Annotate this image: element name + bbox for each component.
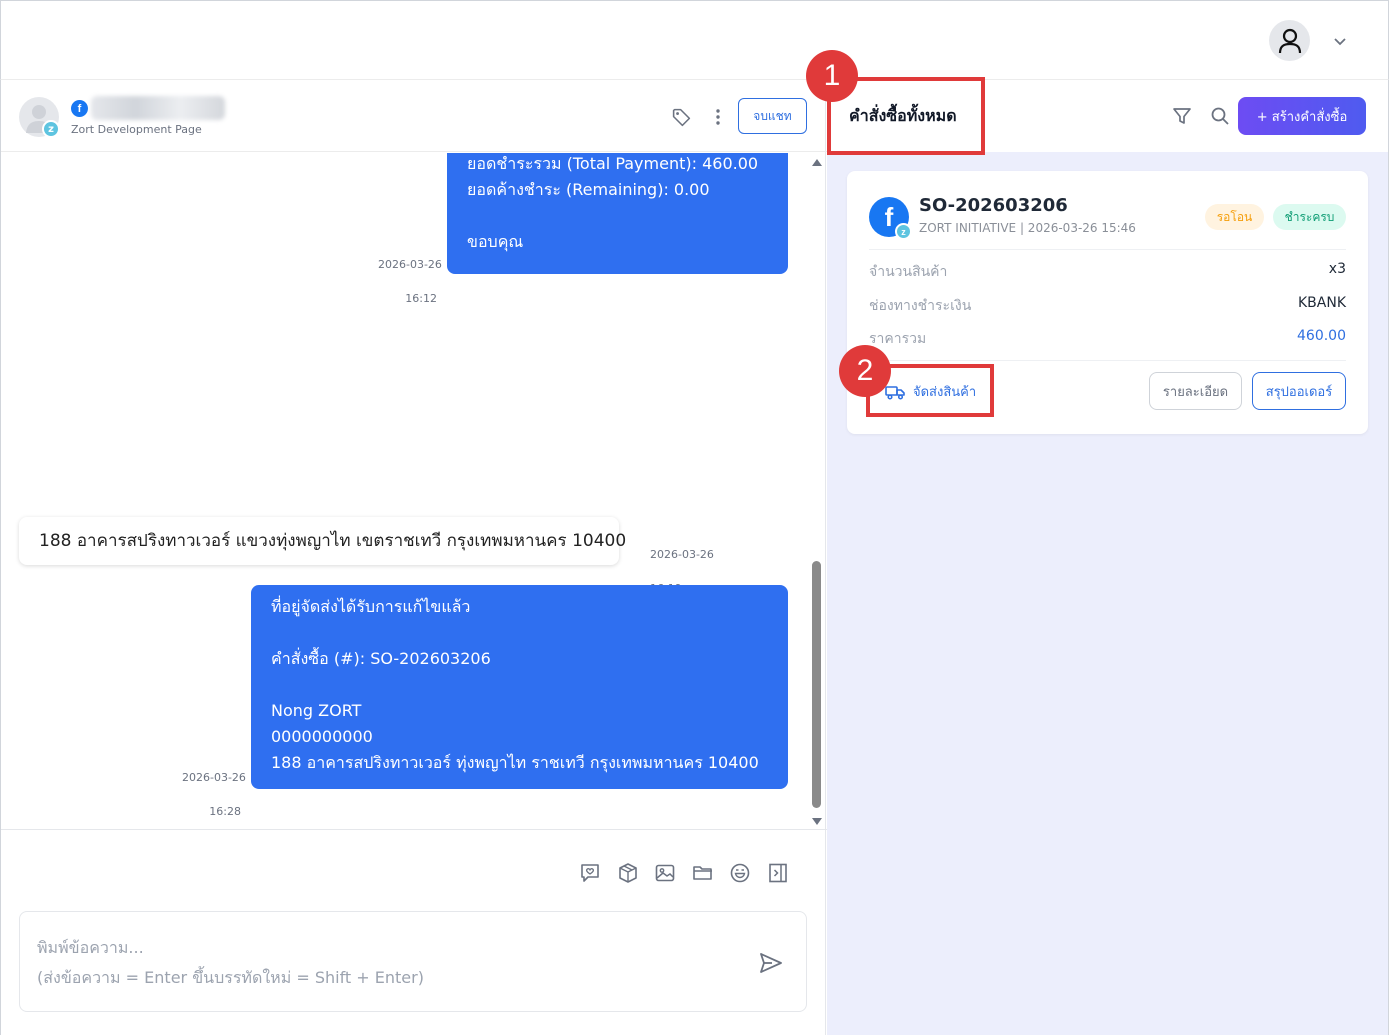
send-icon[interactable]: [758, 950, 784, 976]
message-date: 2026-03-26: [649, 548, 714, 561]
create-order-button[interactable]: + สร้างคำสั่งซื้อ: [1238, 97, 1366, 135]
page-name: Zort Development Page: [71, 123, 202, 136]
message-date: 2026-03-26: [377, 258, 442, 271]
payment-channel-value: KBANK: [1297, 295, 1346, 311]
search-icon[interactable]: [1209, 105, 1231, 127]
message-time: 16:28: [209, 805, 241, 818]
order-subtitle: ZORT INITIATIVE | 2026-03-26 15:46: [919, 221, 1136, 235]
contact-avatar[interactable]: z: [19, 97, 60, 138]
product-button[interactable]: [616, 861, 640, 885]
annotation-step-2: 2: [839, 345, 891, 397]
more-vertical-icon[interactable]: [713, 107, 723, 127]
message-time: 16:12: [405, 292, 437, 305]
scrollbar-thumb[interactable]: [812, 561, 821, 808]
message-bubble-outgoing: ที่อยู่จัดส่งได้รับการแก้ไขแล้ว คำสั่งซื…: [251, 585, 788, 789]
message-timestamp: 2026-03-26 16:12: [357, 239, 442, 324]
message-scrollbar[interactable]: [809, 158, 823, 826]
filter-icon[interactable]: [1171, 105, 1193, 127]
message-date: 2026-03-26: [181, 771, 246, 784]
end-chat-button[interactable]: จบแชท: [738, 98, 807, 134]
total-price-value: 460.00: [1297, 328, 1346, 344]
contact-name-redacted: [91, 96, 225, 120]
card-divider: [869, 249, 1346, 250]
emoji-button[interactable]: [728, 861, 752, 885]
image-button[interactable]: [653, 861, 677, 885]
file-button[interactable]: [691, 861, 715, 885]
chat-header: z f Zort Development Page จบแชท: [1, 80, 827, 152]
scroll-up-arrow-icon[interactable]: [812, 159, 822, 166]
image-icon: [655, 864, 675, 882]
message-placeholder: พิมพ์ข้อความ...: [37, 938, 144, 957]
message-placeholder-hint: (ส่งข้อความ = Enter ขึ้นบรรทัดใหม่ = Shi…: [37, 968, 424, 987]
payment-channel-label: ช่องทางชำระเงิน: [869, 298, 972, 314]
user-icon: [1278, 28, 1301, 53]
order-number[interactable]: SO-202603206: [919, 195, 1068, 216]
tag-icon[interactable]: [671, 107, 692, 128]
quick-reply-icon: [581, 864, 599, 882]
status-badge-pending: รอโอน: [1205, 204, 1264, 230]
item-count-value: x3: [1328, 261, 1346, 277]
message-timestamp: 2026-03-26 16:28: [161, 752, 246, 829]
message-bubble-outgoing: ยอดชำระรวม (Total Payment): 460.00 ยอดค้…: [447, 153, 788, 274]
message-bubble-incoming: 188 อาคารสปริงทาวเวอร์ แขวงทุ่งพญาไท เขต…: [19, 517, 626, 565]
panel-toggle-icon: [769, 863, 787, 883]
folder-icon: [693, 866, 712, 880]
card-divider: [869, 360, 1346, 361]
top-bar: [0, 0, 1389, 80]
facebook-icon: f: [71, 100, 88, 117]
status-badge-paid: ชำระครบ: [1273, 204, 1346, 230]
order-detail-button[interactable]: รายละเอียด: [1149, 372, 1242, 410]
user-avatar[interactable]: [1269, 20, 1310, 61]
chevron-down-icon[interactable]: [1331, 32, 1349, 50]
composer-divider: [1, 829, 827, 830]
zort-badge-icon: z: [895, 223, 912, 240]
message-list[interactable]: ยอดชำระรวม (Total Payment): 460.00 ยอดค้…: [1, 153, 827, 829]
facebook-icon: fz: [869, 197, 912, 240]
quick-reply-button[interactable]: [578, 861, 602, 885]
toggle-panel-button[interactable]: [766, 861, 790, 885]
emoji-icon: [730, 863, 750, 883]
total-price-label: ราคารวม: [869, 331, 927, 347]
scroll-down-arrow-icon[interactable]: [812, 818, 822, 825]
product-box-icon: [619, 863, 637, 883]
zort-badge-icon: z: [42, 120, 60, 138]
item-count-label: จำนวนสินค้า: [869, 264, 948, 280]
orders-panel: คำสั่งซื้อทั้งหมด + สร้างคำสั่งซื้อ fz S…: [827, 80, 1389, 1035]
order-summary-button[interactable]: สรุปออเดอร์: [1252, 372, 1346, 410]
chat-pane: z f Zort Development Page จบแชท ยอดชำระร…: [0, 80, 827, 1035]
annotation-step-1: 1: [806, 50, 858, 102]
message-input[interactable]: พิมพ์ข้อความ... (ส่งข้อความ = Enter ขึ้น…: [19, 911, 807, 1012]
